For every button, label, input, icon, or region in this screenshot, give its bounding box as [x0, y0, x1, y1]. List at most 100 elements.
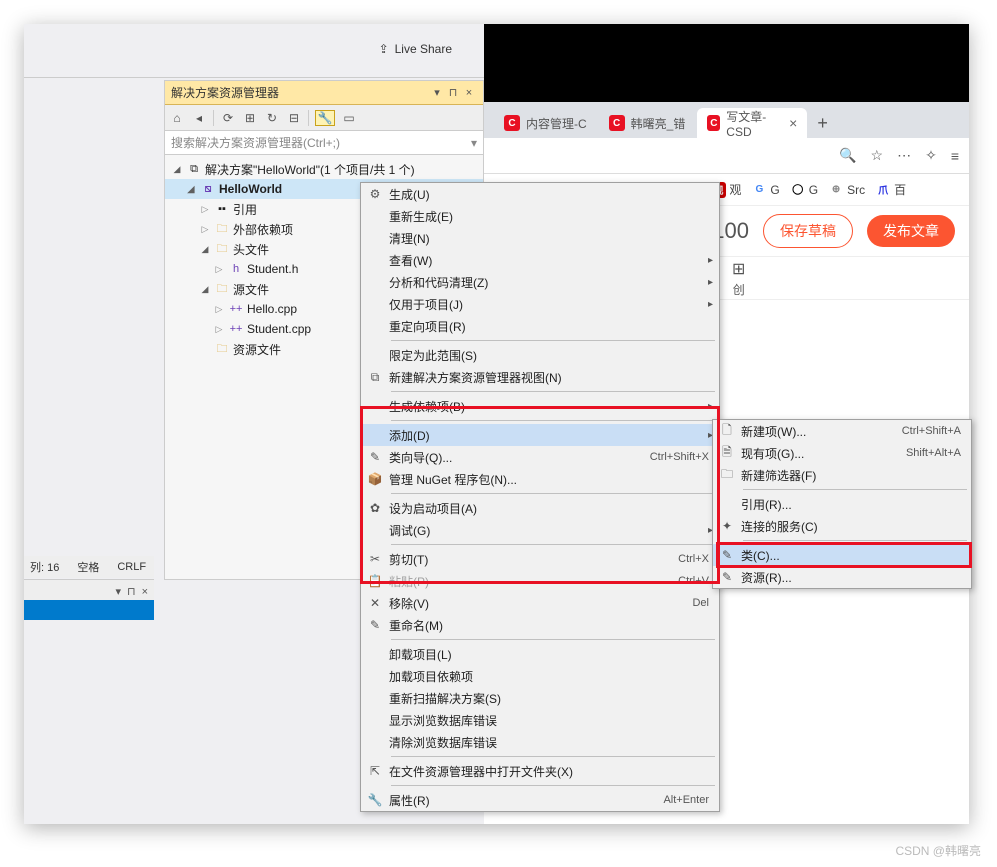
wrench-icon: 🔧: [361, 793, 389, 807]
blue-statusbar: [24, 600, 154, 620]
ctx-scope[interactable]: 限定为此范围(S): [361, 344, 719, 366]
menu-dots-icon[interactable]: ⋯: [897, 147, 911, 164]
status-crlf: CRLF: [117, 561, 146, 573]
folder-icon: 🗀: [214, 241, 230, 257]
connected-icon: ✦: [713, 519, 741, 533]
browser-tab-2[interactable]: C韩曙亮_错: [599, 108, 696, 138]
solution-explorer-search[interactable]: 搜索解决方案资源管理器(Ctrl+;) ▾: [165, 131, 483, 155]
vs-toolbar: ⇪Live Share: [24, 24, 484, 78]
sub-resource[interactable]: ✎资源(R)...: [713, 566, 971, 588]
status-spaces: 空格: [77, 559, 99, 575]
refresh-icon[interactable]: ↻: [264, 110, 280, 126]
ctx-class-wizard[interactable]: ✎类向导(Q)...Ctrl+Shift+X: [361, 446, 719, 468]
ctx-add[interactable]: 添加(D): [361, 424, 719, 446]
dropdown-icon[interactable]: ▾: [115, 585, 121, 598]
cut-icon: ✂: [361, 552, 389, 566]
pin-icon[interactable]: ⊓: [445, 86, 461, 99]
folder-icon: 🗀: [214, 281, 230, 297]
ctx-properties[interactable]: 🔧属性(R)Alt+Enter: [361, 789, 719, 811]
ctx-analyze[interactable]: 分析和代码清理(Z): [361, 271, 719, 293]
pin-icon[interactable]: ⊓: [127, 585, 136, 598]
share-icon: ⇪: [379, 42, 389, 56]
ctx-view[interactable]: 查看(W): [361, 249, 719, 271]
browser-tab-3[interactable]: C写文章-CSD×: [697, 108, 807, 138]
preview-icon[interactable]: ▭: [341, 110, 357, 126]
ctx-rebuild[interactable]: 重新生成(E): [361, 205, 719, 227]
ctx-project-only[interactable]: 仅用于项目(J): [361, 293, 719, 315]
ctx-open-explorer[interactable]: ⇱在文件资源管理器中打开文件夹(X): [361, 760, 719, 782]
solution-node[interactable]: ⧉解决方案"HelloWorld"(1 个项目/共 1 个): [165, 159, 483, 179]
folder-open-icon: ⇱: [361, 764, 389, 778]
nuget-icon: 📦: [361, 472, 389, 486]
cpp-file-icon: ++: [228, 321, 244, 337]
ctx-new-sln-view[interactable]: ⧉新建解决方案资源管理器视图(N): [361, 366, 719, 388]
sub-class[interactable]: ✎类(C)...: [713, 544, 971, 566]
new-tab-button[interactable]: +: [809, 108, 836, 138]
add-submenu: 🗋新建项(W)...Ctrl+Shift+A 🗎现有项(G)...Shift+A…: [712, 419, 972, 589]
resource-icon: ✎: [713, 570, 741, 584]
paste-icon: 📋: [361, 574, 389, 588]
sub-new-item[interactable]: 🗋新建项(W)...Ctrl+Shift+A: [713, 420, 971, 442]
ctx-unload[interactable]: 卸载项目(L): [361, 643, 719, 665]
new-view-icon: ⧉: [361, 370, 389, 385]
class-icon: ✎: [713, 548, 741, 562]
ctx-build[interactable]: ⚙生成(U): [361, 183, 719, 205]
overflow-icon[interactable]: ≡: [951, 148, 959, 164]
ctx-load-deps[interactable]: 加载项目依赖项: [361, 665, 719, 687]
rename-icon: ✎: [361, 618, 389, 632]
close-icon[interactable]: ×: [789, 115, 797, 131]
filter-icon: 🗀: [713, 465, 741, 486]
back-icon[interactable]: ◂: [191, 110, 207, 126]
home-icon[interactable]: ⌂: [169, 110, 185, 126]
close-icon[interactable]: ×: [461, 87, 477, 99]
ctx-show-db-err[interactable]: 显示浏览数据库错误: [361, 709, 719, 731]
h-file-icon: h: [228, 261, 244, 277]
folder-icon: 🗀: [214, 221, 230, 237]
properties-icon[interactable]: 🔧: [315, 110, 335, 126]
ctx-debug[interactable]: 调试(G): [361, 519, 719, 541]
ctx-paste: 📋粘贴(P)Ctrl+V: [361, 570, 719, 592]
wizard-icon: ✎: [361, 450, 389, 464]
ctx-nuget[interactable]: 📦管理 NuGet 程序包(N)...: [361, 468, 719, 490]
sub-new-filter[interactable]: 🗀新建筛选器(F): [713, 464, 971, 486]
search-dropdown-icon[interactable]: ▾: [471, 136, 477, 150]
close-icon[interactable]: ×: [142, 586, 148, 598]
new-item-icon: 🗋: [713, 421, 741, 442]
browser-tab-1[interactable]: C内容管理-C: [494, 108, 597, 138]
ctx-retarget[interactable]: 重定向项目(R): [361, 315, 719, 337]
solution-explorer-title: 解决方案资源管理器 ▾ ⊓ ×: [165, 81, 483, 105]
dropdown-icon[interactable]: ▾: [429, 86, 445, 99]
ctx-clean[interactable]: 清理(N): [361, 227, 719, 249]
live-share-button[interactable]: ⇪Live Share: [379, 42, 452, 56]
ctx-build-deps[interactable]: 生成依赖项(B): [361, 395, 719, 417]
save-draft-button[interactable]: 保存草稿: [763, 214, 853, 248]
cpp-file-icon: ++: [228, 301, 244, 317]
project-icon: ⧅: [200, 181, 216, 197]
remove-icon: ✕: [361, 596, 389, 610]
ctx-startup[interactable]: ✿设为启动项目(A): [361, 497, 719, 519]
sub-connected[interactable]: ✦连接的服务(C): [713, 515, 971, 537]
extension-icon[interactable]: ✧: [925, 147, 937, 164]
browser-addressbar-right: 🔍 ☆ ⋯ ✧ ≡: [484, 138, 969, 174]
ctx-rescan[interactable]: 重新扫描解决方案(S): [361, 687, 719, 709]
sub-existing-item[interactable]: 🗎现有项(G)...Shift+Alt+A: [713, 442, 971, 464]
show-all-icon[interactable]: ⊞: [242, 110, 258, 126]
startup-icon: ✿: [361, 501, 389, 515]
ctx-cut[interactable]: ✂剪切(T)Ctrl+X: [361, 548, 719, 570]
zoom-icon[interactable]: 🔍: [839, 147, 856, 164]
publish-button[interactable]: 发布文章: [867, 215, 955, 247]
ctx-rename[interactable]: ✎重命名(M): [361, 614, 719, 636]
ctx-remove[interactable]: ✕移除(V)Del: [361, 592, 719, 614]
sync-icon[interactable]: ⟳: [220, 110, 236, 126]
status-bar: 列: 16 空格 CRLF: [24, 556, 154, 578]
star-icon[interactable]: ☆: [871, 147, 884, 164]
collapse-icon[interactable]: ⊟: [286, 110, 302, 126]
create-tool[interactable]: ⊞创: [732, 259, 745, 298]
build-icon: ⚙: [361, 187, 389, 201]
browser-titlebar: [484, 24, 969, 102]
project-context-menu: ⚙生成(U) 重新生成(E) 清理(N) 查看(W) 分析和代码清理(Z) 仅用…: [360, 182, 720, 812]
sub-reference[interactable]: 引用(R)...: [713, 493, 971, 515]
status-column: 列: 16: [30, 559, 59, 575]
references-icon: ▪▪: [214, 201, 230, 217]
ctx-clear-db-err[interactable]: 清除浏览数据库错误: [361, 731, 719, 753]
